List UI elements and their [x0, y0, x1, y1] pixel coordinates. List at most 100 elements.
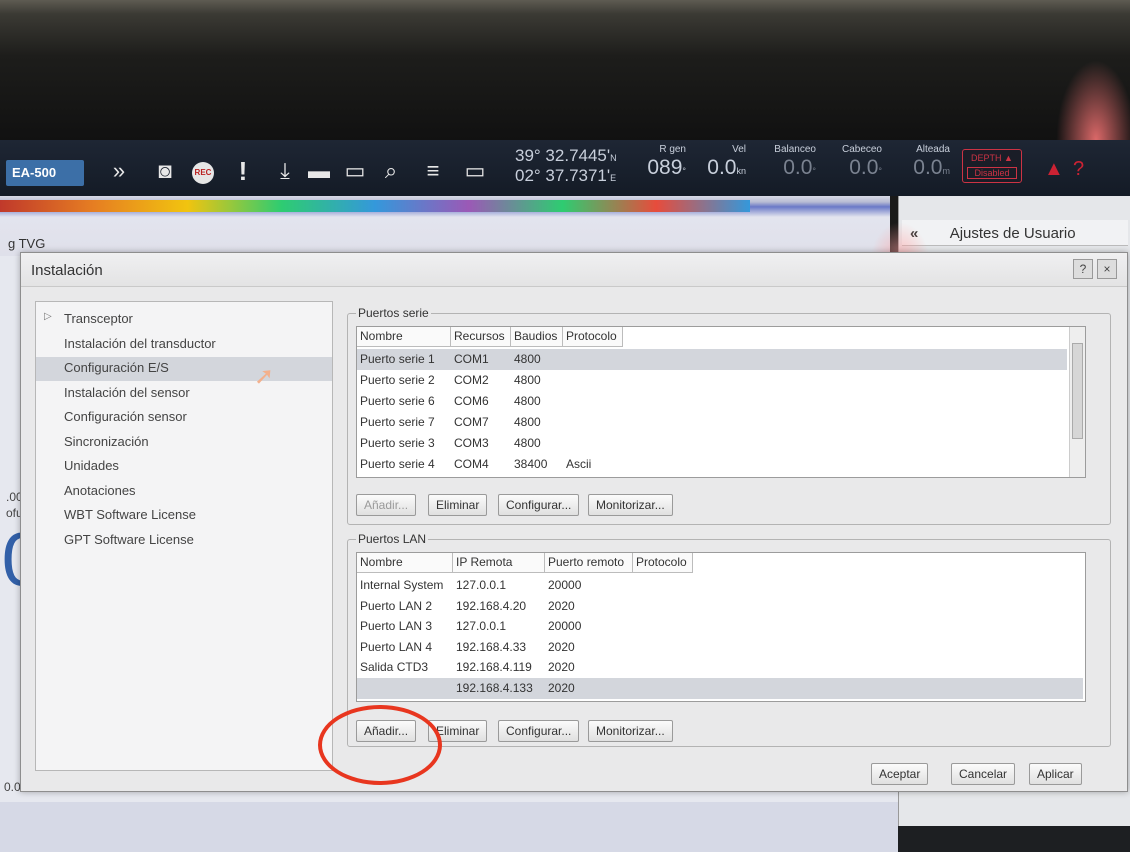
- tree-item-label: Instalación del transductor: [64, 335, 216, 351]
- tree-item[interactable]: WBT Software License: [36, 504, 332, 528]
- accept-button[interactable]: Aceptar: [871, 763, 929, 785]
- tree-item-label: Instalación del sensor: [64, 384, 190, 400]
- folder-icon[interactable]: ▬: [304, 158, 334, 184]
- column-header[interactable]: Nombre: [357, 553, 453, 573]
- table-row[interactable]: Puerto LAN 4 192.168.4.33 2020: [357, 637, 1083, 658]
- table-cell: 192.168.4.20: [456, 598, 527, 613]
- table-row[interactable]: Puerto serie 1 COM1 4800: [357, 349, 1067, 370]
- monitor-bezel: [0, 0, 1130, 140]
- serial-ports-group: Puertos serie Nombre Recursos Baudios Proto…: [347, 306, 1111, 525]
- color-scale-icon[interactable]: ▭: [340, 158, 370, 184]
- serial-monitor-button[interactable]: Monitorizar...: [588, 494, 673, 516]
- depth-status-badge[interactable]: DEPTH ▲ Disabled: [962, 149, 1022, 183]
- table-cell: 192.168.4.119: [456, 660, 532, 674]
- table-cell: Puerto serie 6: [360, 394, 435, 408]
- battery-icon[interactable]: ▭: [460, 158, 490, 184]
- table-cell: 4800: [514, 352, 541, 366]
- table-cell: 2020: [548, 639, 575, 654]
- table-row[interactable]: Puerto LAN 2 192.168.4.20 2020: [357, 596, 1083, 617]
- help-button[interactable]: ?: [1073, 259, 1093, 279]
- tree-item-label: Sincronización: [64, 433, 149, 449]
- table-row[interactable]: Puerto serie 6 COM6 4800: [357, 391, 1067, 412]
- tree-item[interactable]: Configuración sensor: [36, 406, 332, 430]
- column-header[interactable]: Baudios: [511, 327, 563, 347]
- cancel-button[interactable]: Cancelar: [951, 763, 1016, 785]
- column-header[interactable]: Protocolo: [633, 553, 693, 573]
- column-header[interactable]: Puerto remoto: [545, 553, 633, 573]
- list-arrow-icon[interactable]: ≡: [418, 158, 448, 184]
- table-cell: COM2: [454, 373, 489, 387]
- highlight-circle: [318, 705, 442, 785]
- table-row[interactable]: Puerto serie 7 COM7 4800: [357, 412, 1067, 433]
- alert-icon[interactable]: !: [228, 158, 258, 184]
- close-button[interactable]: ×: [1097, 259, 1117, 279]
- collapse-chevrons-icon[interactable]: »: [104, 158, 134, 184]
- table-row[interactable]: 192.168.4.133 2020: [357, 677, 1083, 699]
- lan-ports-label: Puertos LAN: [356, 532, 429, 546]
- camera-icon[interactable]: ◙: [150, 158, 180, 184]
- table-cell: 4800: [514, 394, 541, 408]
- table-cell: COM6: [454, 394, 489, 408]
- tree-item[interactable]: GPT Software License: [36, 529, 332, 553]
- serial-remove-button[interactable]: Eliminar: [428, 494, 488, 516]
- lan-configure-button[interactable]: Configurar...: [498, 720, 580, 742]
- table-cell: Puerto serie 4: [360, 457, 435, 471]
- tree-item[interactable]: Configuración E/S: [36, 357, 332, 381]
- user-settings-header[interactable]: « Ajustes de Usuario: [902, 220, 1128, 246]
- table-row[interactable]: Puerto serie 3 COM3 4800: [357, 433, 1067, 454]
- serial-ports-label: Puertos serie: [356, 306, 431, 320]
- serial-scrollbar[interactable]: [1069, 327, 1085, 477]
- table-cell: Puerto LAN 4: [360, 639, 433, 654]
- warning-icon[interactable]: ▲: [1044, 158, 1064, 181]
- table-row[interactable]: Puerto LAN 3 127.0.0.1 20000: [357, 616, 1083, 637]
- column-header[interactable]: Nombre: [357, 327, 451, 347]
- table-cell: 2020: [548, 660, 575, 674]
- app-brand-button[interactable]: EA-500: [6, 160, 84, 186]
- table-cell: Salida CTD3: [360, 660, 429, 674]
- table-cell: 20000: [548, 619, 582, 633]
- mouse-cursor-icon: ➚: [254, 363, 275, 390]
- roll-readout: Balanceo 0.0°: [774, 144, 816, 179]
- table-cell: Puerto LAN 2: [360, 598, 433, 613]
- tree-item[interactable]: Instalación del transductor: [36, 333, 332, 357]
- tree-item[interactable]: Instalación del sensor: [36, 382, 332, 406]
- expand-arrow-icon[interactable]: ▷: [44, 311, 52, 322]
- table-cell: 192.168.4.33: [456, 639, 527, 654]
- serial-add-button[interactable]: Añadir...: [356, 494, 417, 516]
- serial-ports-table: Nombre Recursos Baudios Protocolo Puerto ser…: [356, 326, 1086, 478]
- tree-item-label: Configuración sensor: [64, 409, 187, 424]
- installation-dialog: Instalación ? × ▷ Transceptor Instalación …: [20, 252, 1128, 792]
- zoom-icon[interactable]: ⌕: [376, 158, 406, 184]
- serial-configure-button[interactable]: Configurar...: [498, 494, 580, 516]
- tree-item-label: WBT Software License: [64, 507, 196, 522]
- record-button[interactable]: REC: [192, 162, 214, 184]
- tree-item[interactable]: Sincronización: [36, 431, 332, 455]
- speed-readout: Vel 0.0kn: [707, 144, 746, 179]
- download-icon[interactable]: ⤓: [270, 158, 300, 184]
- column-header[interactable]: IP Remota: [453, 553, 545, 573]
- tree-item[interactable]: Unidades: [36, 455, 332, 479]
- lan-monitor-button[interactable]: Monitorizar...: [588, 720, 673, 742]
- column-header[interactable]: Recursos: [451, 327, 511, 347]
- table-row[interactable]: Puerto serie 2 COM2 4800: [357, 370, 1067, 391]
- tree-item-label: Anotaciones: [64, 482, 136, 498]
- user-settings-title: Ajustes de Usuario: [949, 225, 1076, 242]
- table-cell: 2020: [548, 598, 575, 613]
- tree-item-label: Configuración E/S: [64, 360, 169, 375]
- apply-button[interactable]: Aplicar: [1029, 763, 1082, 785]
- tvg-label: g TVG: [8, 236, 46, 251]
- table-cell: 127.0.0.1: [456, 578, 507, 592]
- table-cell: 127.0.0.1: [456, 619, 507, 633]
- help-icon[interactable]: ?: [1073, 158, 1084, 181]
- lan-ports-table: Nombre IP Remota Puerto remoto Protocolo Int…: [356, 552, 1086, 702]
- table-cell: Puerto LAN 3: [360, 619, 433, 633]
- table-cell: Internal System: [360, 578, 444, 592]
- table-row[interactable]: Internal System 127.0.0.1 20000: [357, 575, 1083, 596]
- tree-item[interactable]: ▷ Transceptor: [36, 308, 332, 332]
- tree-item[interactable]: Anotaciones: [36, 480, 332, 504]
- column-header[interactable]: Protocolo: [563, 327, 623, 347]
- latitude-value: 39° 32.7445': [515, 146, 611, 165]
- lan-ports-group: Puertos LAN Nombre IP Remota Puerto remoto…: [347, 532, 1111, 747]
- table-row[interactable]: Salida CTD3 192.168.4.119 2020: [357, 657, 1083, 678]
- table-row[interactable]: Puerto serie 4 COM4 38400 Ascii: [357, 454, 1067, 475]
